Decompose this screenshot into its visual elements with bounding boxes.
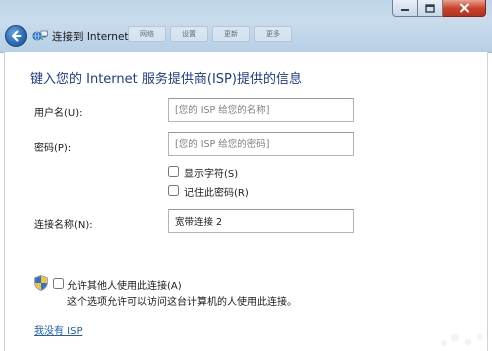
no-isp-link[interactable]: 我没有 ISP bbox=[34, 322, 83, 337]
background-tab: 更多 bbox=[254, 26, 292, 42]
window-controls bbox=[392, 0, 486, 17]
background-tab: 设置 bbox=[170, 26, 208, 42]
show-characters-label[interactable]: 显示字符(S) bbox=[184, 165, 238, 180]
allow-others-label[interactable]: 允许其他人使用此连接(A) bbox=[67, 277, 182, 292]
remember-password-checkbox[interactable] bbox=[168, 185, 179, 196]
remember-password-label[interactable]: 记住此密码(R) bbox=[184, 184, 249, 199]
background-tab: 网络 bbox=[128, 26, 166, 42]
close-button[interactable] bbox=[443, 0, 486, 17]
background-tabs: 网络 设置 更新 更多 bbox=[128, 26, 292, 42]
allow-others-note: 这个选项允许可以访问这台计算机的人使用此连接。 bbox=[67, 297, 297, 308]
allow-others-checkbox[interactable] bbox=[53, 278, 64, 289]
minimize-icon bbox=[401, 9, 409, 11]
maximize-button[interactable] bbox=[418, 0, 443, 17]
close-icon bbox=[459, 3, 469, 13]
title-bar: 网络 设置 更新 更多 连接到 Internet bbox=[0, 0, 492, 53]
network-connection-icon bbox=[32, 30, 48, 41]
back-button[interactable] bbox=[5, 25, 27, 47]
maximize-icon bbox=[425, 3, 435, 13]
connect-to-internet-window: 网络 设置 更新 更多 连接到 Internet 键入您的 Internet 服… bbox=[0, 0, 492, 351]
minimize-button[interactable] bbox=[392, 0, 418, 17]
back-arrow-icon bbox=[12, 30, 22, 42]
connection-name-label: 连接名称(N): bbox=[34, 220, 93, 231]
password-label: 密码(P): bbox=[34, 143, 72, 154]
show-characters-checkbox[interactable] bbox=[168, 166, 179, 177]
page-heading: 键入您的 Internet 服务提供商(ISP)提供的信息 bbox=[30, 72, 302, 87]
background-tab: 更新 bbox=[212, 26, 250, 42]
password-field[interactable] bbox=[168, 132, 354, 156]
username-label: 用户名(U): bbox=[34, 108, 83, 119]
username-field[interactable] bbox=[168, 98, 354, 122]
uac-shield-icon bbox=[34, 275, 48, 291]
window-title: 连接到 Internet bbox=[52, 31, 129, 43]
connection-name-field[interactable] bbox=[168, 209, 354, 233]
corner-watermark-graphic bbox=[441, 334, 483, 346]
